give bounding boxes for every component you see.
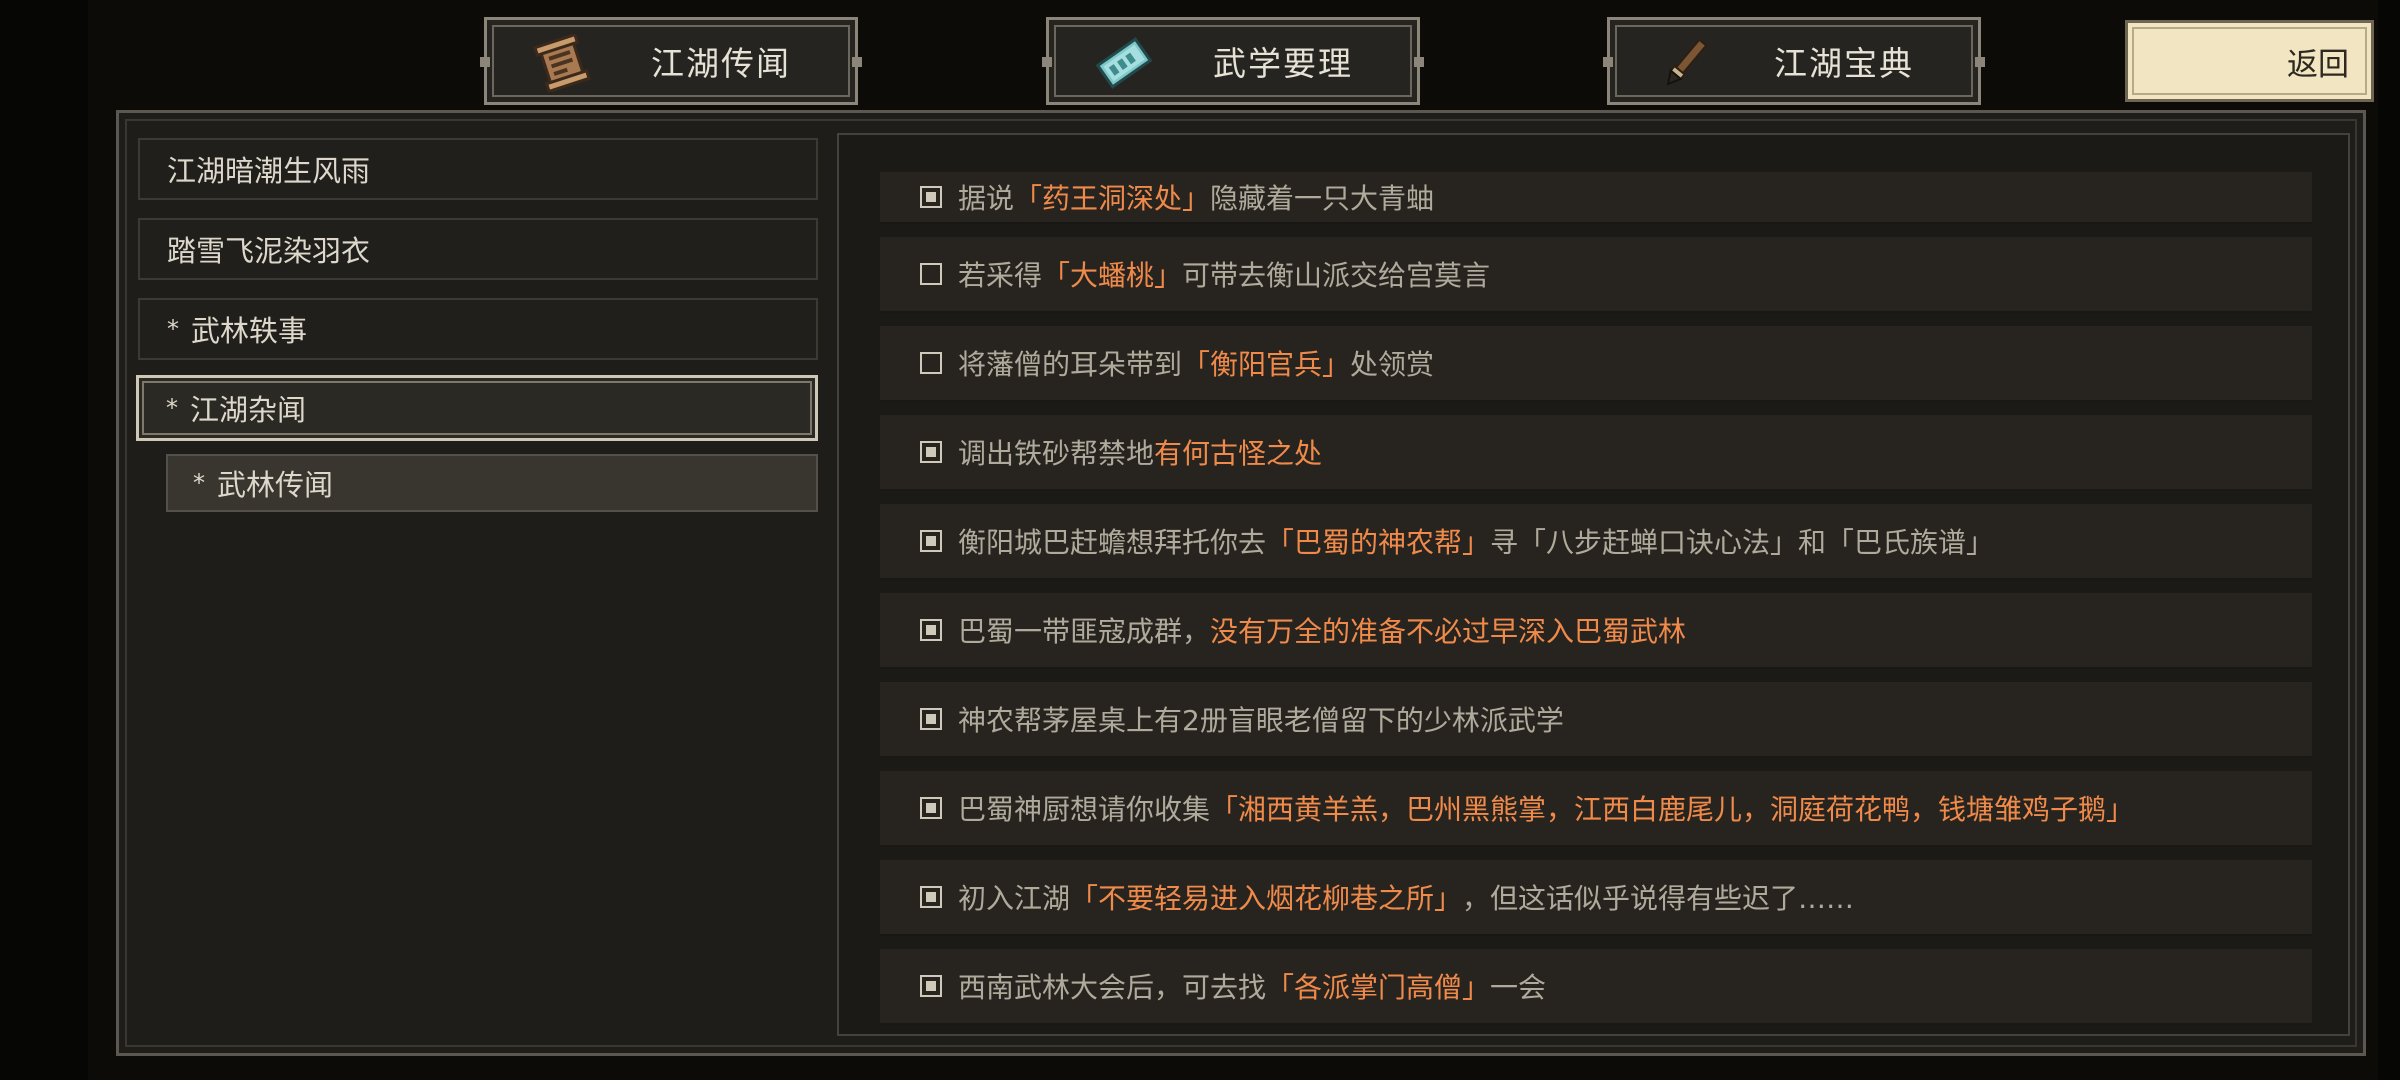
sidebar-item-label: 江湖暗潮生风雨 (167, 154, 371, 188)
entry-text: 神农帮茅屋桌上有2册盲眼老僧留下的少林派武学 (958, 704, 1564, 737)
highlighted-text: 「衡阳官兵」 (1182, 348, 1351, 381)
quest-log-list: 据说 「药王洞深处」 隐藏着一只大青蚰 若采得 「大蟠桃」 可带去衡山派交给宫莫言 将藩僧的… (880, 172, 2312, 1034)
quest-log-entry[interactable]: 巴蜀神厨想请你收集 「湘西黄羊羔，巴州黑熊掌，江西白鹿尾儿，洞庭荷花鸭，钱塘雏鸡子… (880, 771, 2312, 847)
entry-text: ，但这话似乎说得有些迟了…… (1462, 882, 1855, 915)
entry-text: 衡阳城巴赶蟾想拜托你去 (958, 526, 1267, 559)
entry-text: 西南武林大会后，可去找 (958, 971, 1267, 1004)
highlighted-text: 有何古怪之处 (1154, 437, 1323, 470)
tab-jianghu-rumors[interactable]: 江湖传闻 (480, 17, 862, 105)
checked-box-icon (920, 886, 942, 908)
star-icon: * (167, 315, 179, 343)
entry-text: 隐藏着一只大青蚰 (1210, 182, 1435, 215)
highlighted-text: 「药王洞深处」 (1014, 182, 1211, 215)
entry-text: 处领赏 (1350, 348, 1435, 381)
sidebar-item-snow-mud[interactable]: 踏雪飞泥染羽衣 (138, 218, 818, 280)
sidebar-item-label: 武林传闻 (217, 468, 334, 502)
star-icon: * (193, 469, 205, 497)
unchecked-box-icon (920, 352, 942, 374)
tab-jianghu-codex[interactable]: 江湖宝典 (1603, 17, 1985, 105)
screen-edge-right (2378, 0, 2400, 1080)
sidebar-item-martial-rumors[interactable]: * 武林传闻 (166, 454, 818, 512)
entry-text: 调出铁砂帮禁地 (958, 437, 1155, 470)
quest-log-entry[interactable]: 调出铁砂帮禁地 有何古怪之处 (880, 415, 2312, 491)
quest-log-entry[interactable]: 若采得 「大蟠桃」 可带去衡山派交给宫莫言 (880, 237, 2312, 313)
entry-text: 巴蜀一带匪寇成群， (958, 615, 1211, 648)
checked-box-icon (920, 619, 942, 641)
quest-log-entry[interactable]: 西南武林大会后，可去找 「各派掌门高僧」 一会 (880, 949, 2312, 1025)
sidebar-item-jianghu-undercurrent[interactable]: 江湖暗潮生风雨 (138, 138, 818, 200)
return-button[interactable]: 返回 (2125, 20, 2374, 102)
tab-label: 江湖传闻 (651, 44, 791, 83)
entry-text: 寻「八步赶蝉口诀心法」和「巴氏族谱」 (1490, 526, 1995, 559)
checked-box-icon (920, 797, 942, 819)
highlighted-text: 「不要轻易进入烟花柳巷之所」 (1070, 882, 1463, 915)
tab-martial-principles[interactable]: 武学要理 (1042, 17, 1424, 105)
star-icon: * (166, 394, 178, 422)
tab-label: 武学要理 (1213, 44, 1353, 83)
entry-text: 若采得 (958, 259, 1043, 292)
highlighted-text: 「大蟠桃」 (1042, 259, 1183, 292)
tab-label: 江湖宝典 (1774, 44, 1914, 83)
checked-box-icon (920, 441, 942, 463)
checked-box-icon (920, 708, 942, 730)
unchecked-box-icon (920, 263, 942, 285)
checked-box-icon (920, 530, 942, 552)
sidebar-item-label: 武林轶事 (191, 314, 308, 348)
quest-log-entry[interactable]: 据说 「药王洞深处」 隐藏着一只大青蚰 (880, 172, 2312, 224)
sidebar-item-label: 踏雪飞泥染羽衣 (167, 234, 371, 268)
highlighted-text: 没有万全的准备不必过早深入巴蜀武林 (1210, 615, 1687, 648)
sidebar-item-jianghu-misc[interactable]: * 江湖杂闻 (136, 375, 818, 441)
quest-log-entry[interactable]: 巴蜀一带匪寇成群， 没有万全的准备不必过早深入巴蜀武林 (880, 593, 2312, 669)
entry-text: 据说 (958, 182, 1015, 215)
checked-box-icon (920, 975, 942, 997)
entry-text: 一会 (1490, 971, 1547, 1004)
scroll-icon (533, 32, 591, 94)
sidebar-item-martial-anecdotes[interactable]: * 武林轶事 (138, 298, 818, 360)
martial-manual-icon (1095, 34, 1153, 92)
entry-text: 可带去衡山派交给宫莫言 (1182, 259, 1491, 292)
checked-box-icon (920, 186, 942, 208)
quest-log-entry[interactable]: 初入江湖 「不要轻易进入烟花柳巷之所」 ，但这话似乎说得有些迟了…… (880, 860, 2312, 936)
highlighted-text: 「巴蜀的神农帮」 (1266, 526, 1491, 559)
quest-log-entry[interactable]: 神农帮茅屋桌上有2册盲眼老僧留下的少林派武学 (880, 682, 2312, 758)
quest-log-entry[interactable]: 将藩僧的耳朵带到 「衡阳官兵」 处领赏 (880, 326, 2312, 402)
highlighted-text: 「湘西黄羊羔，巴州黑熊掌，江西白鹿尾儿，洞庭荷花鸭，钱塘雏鸡子鹅」 (1210, 793, 2135, 826)
quest-log-panel: 据说 「药王洞深处」 隐藏着一只大青蚰 若采得 「大蟠桃」 可带去衡山派交给宫莫言 将藩僧的… (837, 133, 2350, 1036)
entry-text: 初入江湖 (958, 882, 1071, 915)
brush-icon (1656, 34, 1714, 92)
sidebar-item-label: 江湖杂闻 (190, 393, 307, 427)
highlighted-text: 「各派掌门高僧」 (1266, 971, 1491, 1004)
entry-text: 巴蜀神厨想请你收集 (958, 793, 1211, 826)
quest-log-entry[interactable]: 衡阳城巴赶蟾想拜托你去 「巴蜀的神农帮」 寻「八步赶蝉口诀心法」和「巴氏族谱」 (880, 504, 2312, 580)
entry-text: 将藩僧的耳朵带到 (958, 348, 1183, 381)
screen-edge-left (0, 0, 88, 1080)
